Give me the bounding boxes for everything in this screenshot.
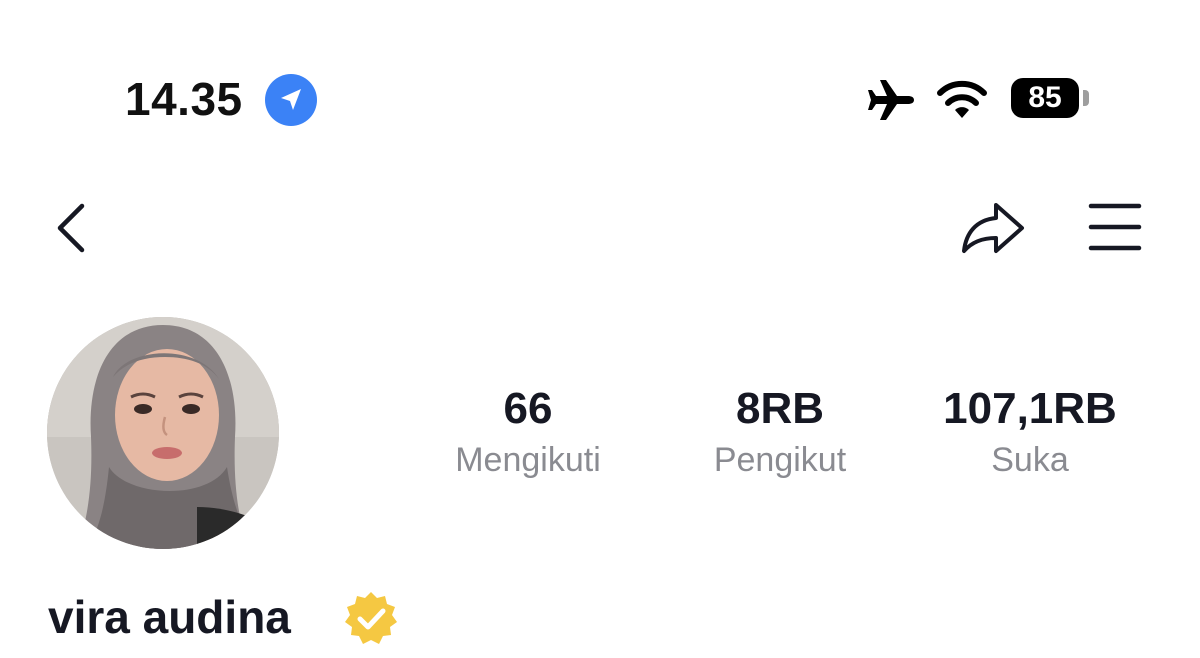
stat-likes-value: 107,1RB [943, 384, 1117, 433]
stat-following-label: Mengikuti [455, 441, 601, 479]
share-arrow-icon[interactable] [958, 200, 1028, 256]
profile-name: vira audina [48, 591, 291, 643]
stat-likes-label: Suka [991, 441, 1069, 479]
avatar[interactable] [47, 317, 279, 549]
avatar-photo [47, 317, 279, 549]
stat-following-value: 66 [503, 384, 553, 433]
back-chevron-icon[interactable] [52, 202, 92, 254]
location-arrow-icon [265, 74, 317, 126]
battery-nub [1083, 90, 1089, 106]
stat-following[interactable]: 66 Mengikuti [418, 384, 638, 482]
stat-followers-label: Pengikut [713, 441, 847, 479]
verified-badge-icon [345, 592, 397, 644]
profile-screen: 14.35 85 66 Mengikuti 8RB Pengikut 107,1… [0, 0, 1200, 658]
status-time: 14.35 [125, 73, 243, 125]
battery-icon: 85 [1011, 78, 1079, 118]
hamburger-menu-icon[interactable] [1088, 201, 1142, 253]
stat-followers-value: 8RB [735, 384, 825, 433]
stat-followers[interactable]: 8RB Pengikut [670, 384, 890, 482]
wifi-icon [937, 80, 987, 118]
airplane-icon [868, 80, 914, 120]
stat-likes[interactable]: 107,1RB Suka [920, 384, 1140, 482]
